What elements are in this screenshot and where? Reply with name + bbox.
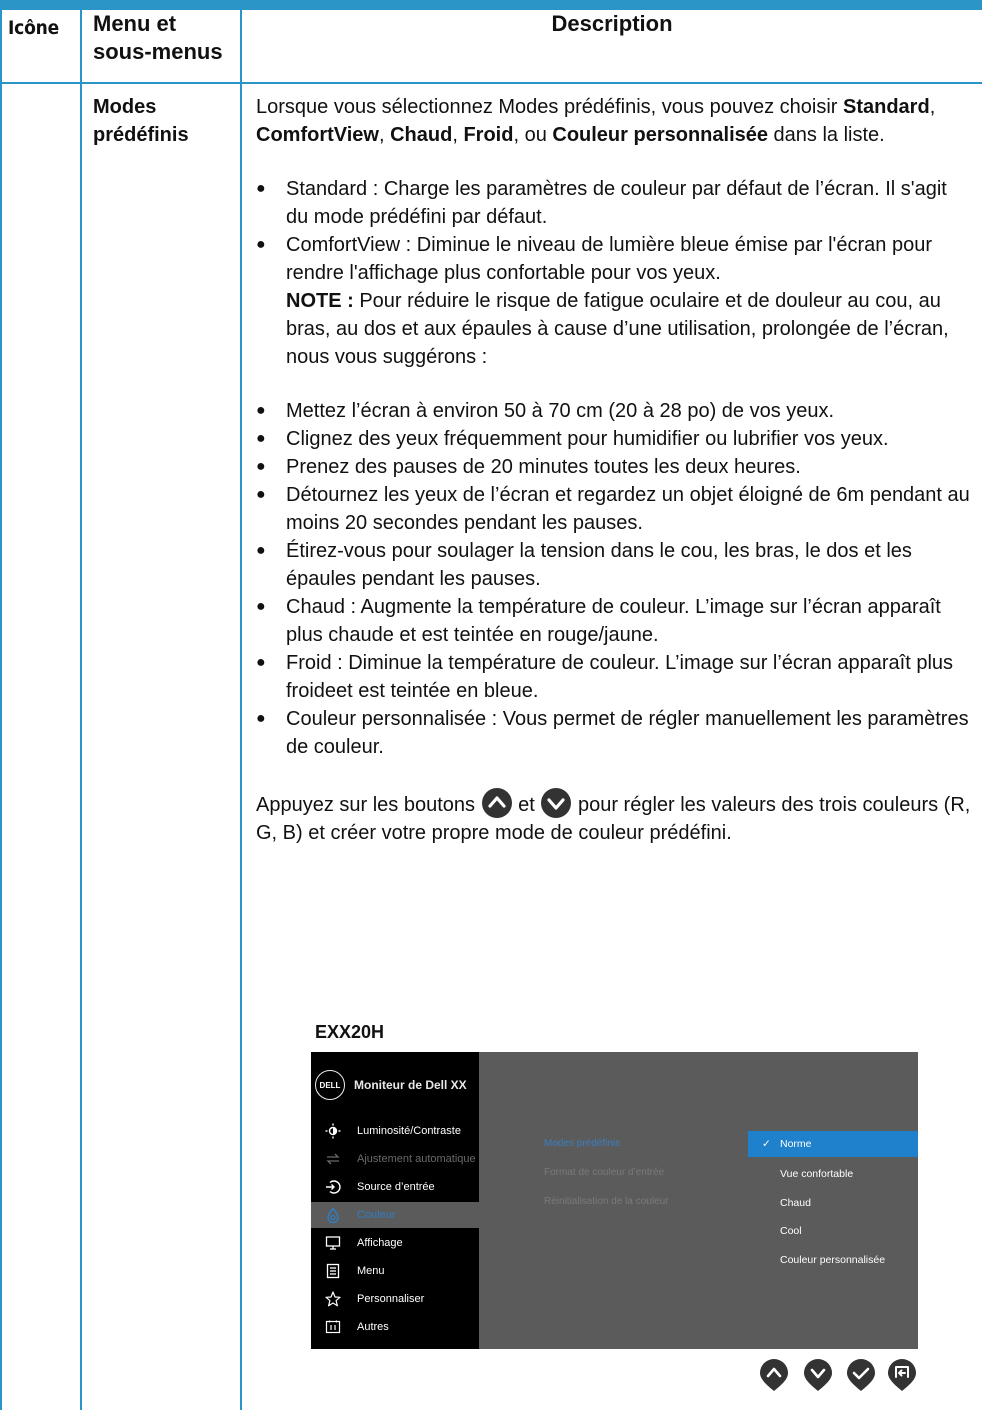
osd-option-label: Cool (780, 1225, 802, 1237)
osd-option-norme[interactable]: ✓ Norme (748, 1131, 918, 1157)
list-item: Mettez l’écran à environ 50 à 70 cm (20 … (256, 397, 972, 425)
display-icon (324, 1234, 342, 1252)
osd-submenu-input-color-format[interactable]: Format de couleur d’entrée (544, 1167, 664, 1178)
down-arrow-icon[interactable] (802, 1358, 834, 1392)
note-text: Pour réduire le risque de fatigue oculai… (286, 290, 949, 368)
row-label: Modes prédéfinis (93, 93, 233, 149)
intro-bold-comfortview: ComfortView (256, 124, 379, 146)
osd-option-cool[interactable]: Cool (748, 1218, 918, 1244)
back-icon[interactable] (886, 1358, 918, 1392)
list-item: Standard : Charge les paramètres de coul… (256, 175, 972, 231)
list-item: Étirez-vous pour soulager la tension dan… (256, 537, 972, 593)
osd-submenu-preset-modes[interactable]: Modes prédéfinis (544, 1138, 620, 1149)
list-item: Clignez des yeux fréquemment pour humidi… (256, 425, 972, 453)
row-label-line1: Modes (93, 96, 157, 118)
osd-menu-item-others[interactable]: Autres (311, 1314, 479, 1340)
osd-menu-item-auto-adjust[interactable]: Ajustement automatique (311, 1146, 479, 1172)
column-divider-1 (80, 10, 82, 1410)
buttons-paragraph: Appuyez sur les boutons et pour régler l… (256, 787, 972, 847)
check-icon: ✓ (762, 1138, 771, 1150)
osd-option-custom-color[interactable]: Couleur personnalisée (748, 1247, 918, 1273)
osd-menu-label: Personnaliser (357, 1293, 425, 1305)
osd-menu-label: Menu (357, 1265, 385, 1277)
osd-brand: DELL Moniteur de Dell XX (315, 1070, 467, 1100)
top-rule (0, 0, 982, 10)
osd-option-vue-confortable[interactable]: Vue confortable (748, 1161, 918, 1187)
intro-end: dans la liste. (768, 124, 885, 146)
osd-menu-item-personalize[interactable]: Personnaliser (311, 1286, 479, 1312)
osd-option-label: Couleur personnalisée (780, 1254, 886, 1266)
buttons-text-1: Appuyez sur les boutons (256, 794, 481, 816)
osd-model-label: EXX20H (315, 1022, 385, 1042)
list-item: Froid : Diminue la température de couleu… (256, 649, 972, 705)
osd-option-label: Norme (780, 1138, 812, 1150)
list-item: ComfortView : Diminue le niveau de lumiè… (256, 231, 972, 371)
buttons-text-2: et (512, 794, 541, 816)
up-arrow-icon[interactable] (758, 1358, 790, 1392)
intro-text: Lorsque vous sélectionnez Modes prédéfin… (256, 96, 843, 118)
check-icon[interactable] (845, 1358, 877, 1392)
color-icon (324, 1206, 342, 1224)
osd-menu-item-color[interactable]: Couleur (311, 1202, 479, 1228)
intro-sep: , (929, 96, 936, 118)
list-item: Détournez les yeux de l’écran et regarde… (256, 481, 972, 537)
column-divider-2 (240, 10, 242, 1410)
osd-menu-item-brightness[interactable]: Luminosité/Contraste (311, 1118, 479, 1144)
osd-menu-label: Couleur (357, 1209, 396, 1221)
bullet-list-modes: Standard : Charge les paramètres de coul… (256, 175, 972, 371)
intro-sep: , ou (513, 124, 553, 146)
intro-bold-standard: Standard (843, 96, 930, 118)
row-label-line2: prédéfinis (93, 124, 189, 146)
osd-menu-label: Source d’entrée (357, 1181, 435, 1193)
osd-main-menu: DELL Moniteur de Dell XX Luminosité/Cont… (311, 1052, 479, 1349)
osd-menu-item-input-source[interactable]: Source d’entrée (311, 1174, 479, 1200)
intro-sep: , (378, 124, 391, 146)
osd-option-chaud[interactable]: Chaud (748, 1190, 918, 1216)
osd-option-label: Chaud (780, 1197, 811, 1209)
intro-bold-couleur: Couleur personnalisée (552, 124, 768, 146)
osd-menu-label: Ajustement automatique (357, 1153, 476, 1165)
bullet-list-tips: Mettez l’écran à environ 50 à 70 cm (20 … (256, 397, 972, 761)
header-divider (0, 82, 982, 84)
up-arrow-icon (481, 788, 512, 818)
osd-menu-item-display[interactable]: Affichage (311, 1230, 479, 1256)
list-item-text: ComfortView : Diminue le niveau de lumiè… (286, 234, 932, 284)
auto-adjust-icon (324, 1150, 342, 1168)
header-menu-column: Menu et sous-menus (93, 10, 233, 66)
dell-logo: DELL (315, 1070, 345, 1100)
header-menu-line1: Menu et (93, 11, 177, 36)
list-item: Couleur personnalisée : Vous permet de r… (256, 705, 972, 761)
osd-menu-label: Luminosité/Contraste (357, 1125, 461, 1137)
list-item: Prenez des pauses de 20 minutes toutes l… (256, 453, 972, 481)
osd-menu-item-menu[interactable]: Menu (311, 1258, 479, 1284)
menu-icon (324, 1262, 342, 1280)
list-item: Chaud : Augmente la température de coule… (256, 593, 972, 649)
star-icon (324, 1290, 342, 1308)
note-label: NOTE : (286, 290, 354, 312)
intro-bold-froid: Froid (463, 124, 514, 146)
input-source-icon (324, 1178, 342, 1196)
header-icon-column: Icône (8, 17, 59, 39)
brightness-icon (324, 1122, 342, 1140)
osd-menu-label: Affichage (357, 1237, 403, 1249)
osd-submenu-reset-color[interactable]: Réinitialisation de la couleur (544, 1196, 669, 1207)
intro-bold-chaud: Chaud (390, 124, 453, 146)
osd-option-label: Vue confortable (780, 1168, 854, 1180)
description-cell: Lorsque vous sélectionnez Modes prédéfin… (256, 93, 972, 847)
note-paragraph: NOTE : Pour réduire le risque de fatigue… (286, 287, 972, 371)
intro-paragraph: Lorsque vous sélectionnez Modes prédéfin… (256, 93, 972, 149)
table-border-left (0, 10, 2, 1410)
osd-title: Moniteur de Dell XX (354, 1078, 467, 1092)
intro-sep: , (452, 124, 464, 146)
down-arrow-icon (541, 788, 572, 818)
osd-menu-label: Autres (357, 1321, 389, 1333)
header-menu-line2: sous-menus (93, 39, 223, 64)
header-description-column: Description (551, 11, 673, 36)
others-icon (324, 1318, 342, 1336)
osd-screenshot: DELL Moniteur de Dell XX Luminosité/Cont… (311, 1052, 918, 1349)
